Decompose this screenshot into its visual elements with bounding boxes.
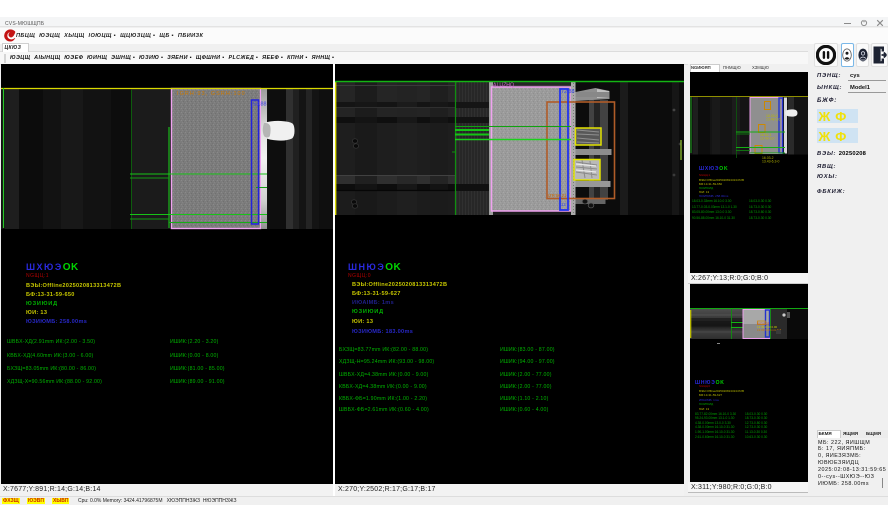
svg-text:13.49-1.0: 13.49-1.0	[766, 117, 780, 121]
svg-text:AI UZHQ: AI UZHQ	[493, 83, 514, 89]
svg-text:IZR:56.21: IZR:56.21	[548, 193, 567, 198]
svg-text:13.49-3.0: 13.49-3.0	[760, 136, 774, 140]
svg-text:IGRH:93, GSRH:100: IGRH:93, GSRH:100	[177, 91, 246, 97]
svg-text:53.88: 53.88	[253, 102, 267, 108]
svg-text:72.88: 72.88	[561, 89, 575, 95]
svg-text:12: 12	[561, 202, 566, 207]
svg-text:13.43-6.3-0: 13.43-6.3-0	[762, 159, 779, 163]
